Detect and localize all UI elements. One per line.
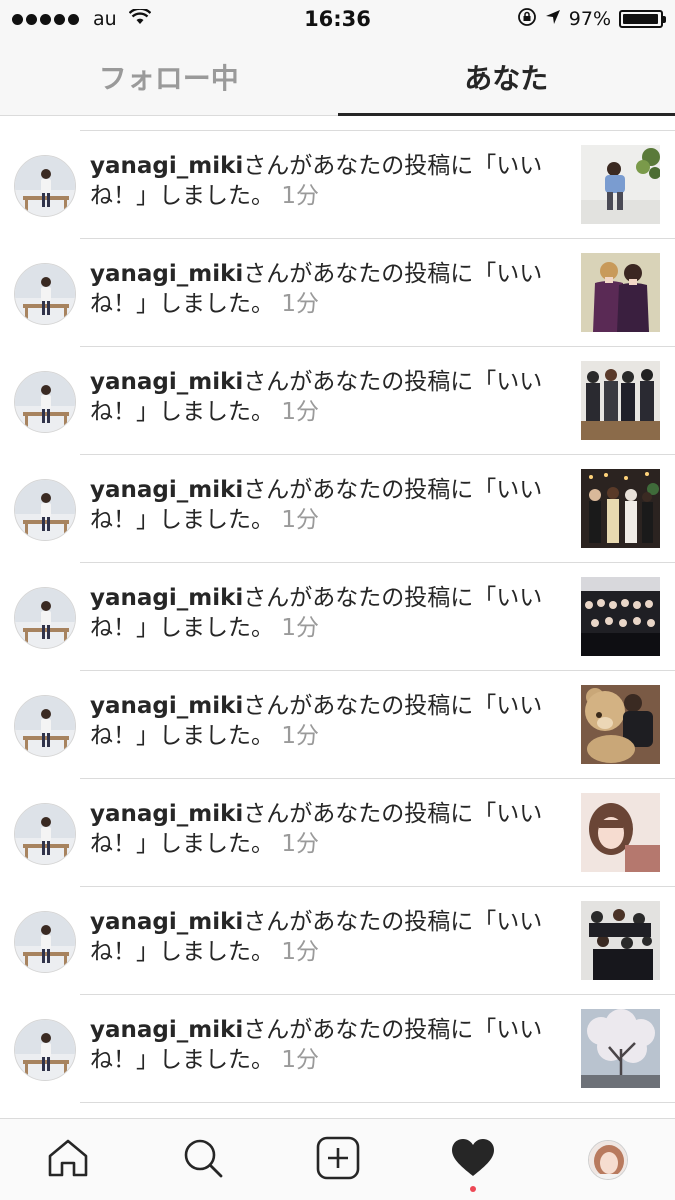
notification-time: 1分 [281, 291, 319, 317]
signal-strength-icon [12, 13, 79, 25]
notification-time: 1分 [281, 723, 319, 749]
user-avatar[interactable] [14, 587, 76, 649]
status-time: 16:36 [304, 7, 371, 31]
user-avatar[interactable] [14, 479, 76, 541]
notification-row[interactable]: yanagi_mikiさんがあなたの投稿に「いいね！」しました。 1分 [0, 563, 675, 671]
user-avatar[interactable] [14, 263, 76, 325]
notification-row[interactable]: yanagi_mikiさんがあなたの投稿に「いいね！」しました。 1分 [0, 995, 675, 1103]
add-post-icon [316, 1136, 360, 1184]
notification-row[interactable]: yanagi_mikiさんがあなたの投稿に「いいね！」しました。 1分 [0, 131, 675, 239]
username-link[interactable]: yanagi_miki [90, 585, 243, 611]
activity-tabs: フォロー中 あなた [0, 38, 675, 116]
home-icon [47, 1139, 89, 1181]
notification-time: 1分 [281, 1047, 319, 1073]
post-thumbnail[interactable] [581, 1009, 660, 1088]
notification-time: 1分 [281, 939, 319, 965]
post-thumbnail[interactable] [581, 469, 660, 548]
notification-row[interactable]: yanagi_mikiさんがあなたの投稿に「いいね！」しました。 1分 [0, 347, 675, 455]
notification-text: yanagi_mikiさんがあなたの投稿に「いいね！」しました。 1分 [90, 1015, 550, 1075]
notification-row[interactable]: yanagi_mikiさんがあなたの投稿に「いいね！」しました。 1分 [0, 239, 675, 347]
orientation-lock-icon [517, 7, 537, 32]
nav-add-post[interactable] [270, 1119, 405, 1200]
heart-icon [451, 1138, 495, 1182]
tab-you[interactable]: あなた [337, 38, 675, 116]
user-avatar[interactable] [14, 911, 76, 973]
notification-time: 1分 [281, 831, 319, 857]
post-thumbnail[interactable] [581, 685, 660, 764]
user-avatar[interactable] [14, 1019, 76, 1081]
notification-feed[interactable]: yanagi_mikiさんがあなたの投稿に「いいね！」しました。 1分 yanag… [0, 117, 675, 1118]
username-link[interactable]: yanagi_miki [90, 261, 243, 287]
username-link[interactable]: yanagi_miki [90, 801, 243, 827]
notification-row[interactable]: yanagi_mikiさんがあなたの投稿に「いいね！」しました。 1分 [0, 779, 675, 887]
status-bar: au 16:36 97% [0, 0, 675, 38]
status-right: 97% [443, 7, 666, 32]
notification-text: yanagi_mikiさんがあなたの投稿に「いいね！」しました。 1分 [90, 583, 550, 643]
username-link[interactable]: yanagi_miki [90, 477, 243, 503]
notification-row[interactable]: yanagi_mikiさんがあなたの投稿に「いいね！」しました。 1分 [0, 887, 675, 995]
nav-search[interactable] [135, 1119, 270, 1200]
post-thumbnail[interactable] [581, 793, 660, 872]
notification-row[interactable]: yanagi_mikiさんがあなたの投稿に「いいね！」しました。 1分 [0, 455, 675, 563]
divider [80, 1102, 675, 1103]
carrier-name: au [93, 8, 117, 30]
user-avatar[interactable] [14, 155, 76, 217]
location-arrow-icon [545, 8, 561, 30]
notification-text: yanagi_mikiさんがあなたの投稿に「いいね！」しました。 1分 [90, 691, 550, 751]
post-thumbnail[interactable] [581, 577, 660, 656]
post-thumbnail[interactable] [581, 901, 660, 980]
notification-text: yanagi_mikiさんがあなたの投稿に「いいね！」しました。 1分 [90, 907, 550, 967]
profile-avatar [587, 1139, 628, 1180]
wifi-icon [128, 7, 152, 30]
status-left: au [12, 7, 232, 30]
post-thumbnail[interactable] [581, 253, 660, 332]
notification-row[interactable]: yanagi_mikiさんがあなたの投稿に「いいね！」しました。 1分 [0, 671, 675, 779]
bottom-nav [0, 1118, 675, 1200]
notification-text: yanagi_mikiさんがあなたの投稿に「いいね！」しました。 1分 [90, 799, 550, 859]
search-icon [182, 1137, 224, 1183]
tab-following[interactable]: フォロー中 [0, 38, 338, 115]
notification-text: yanagi_mikiさんがあなたの投稿に「いいね！」しました。 1分 [90, 259, 550, 319]
notification-time: 1分 [281, 399, 319, 425]
battery-percent: 97% [568, 8, 611, 30]
battery-icon [619, 10, 666, 28]
nav-profile[interactable] [540, 1119, 675, 1200]
post-thumbnail[interactable] [581, 361, 660, 440]
notification-time: 1分 [281, 183, 319, 209]
user-avatar[interactable] [14, 803, 76, 865]
username-link[interactable]: yanagi_miki [90, 153, 243, 179]
user-avatar[interactable] [14, 371, 76, 433]
nav-home[interactable] [0, 1119, 135, 1200]
username-link[interactable]: yanagi_miki [90, 369, 243, 395]
notification-text: yanagi_mikiさんがあなたの投稿に「いいね！」しました。 1分 [90, 367, 550, 427]
notification-time: 1分 [281, 507, 319, 533]
notification-text: yanagi_mikiさんがあなたの投稿に「いいね！」しました。 1分 [90, 151, 550, 211]
notification-time: 1分 [281, 615, 319, 641]
username-link[interactable]: yanagi_miki [90, 1017, 243, 1043]
user-avatar[interactable] [14, 695, 76, 757]
username-link[interactable]: yanagi_miki [90, 909, 243, 935]
notification-dot [469, 1186, 476, 1192]
nav-activity[interactable] [405, 1119, 540, 1200]
post-thumbnail[interactable] [581, 145, 660, 224]
username-link[interactable]: yanagi_miki [90, 693, 243, 719]
notification-text: yanagi_mikiさんがあなたの投稿に「いいね！」しました。 1分 [90, 475, 550, 535]
